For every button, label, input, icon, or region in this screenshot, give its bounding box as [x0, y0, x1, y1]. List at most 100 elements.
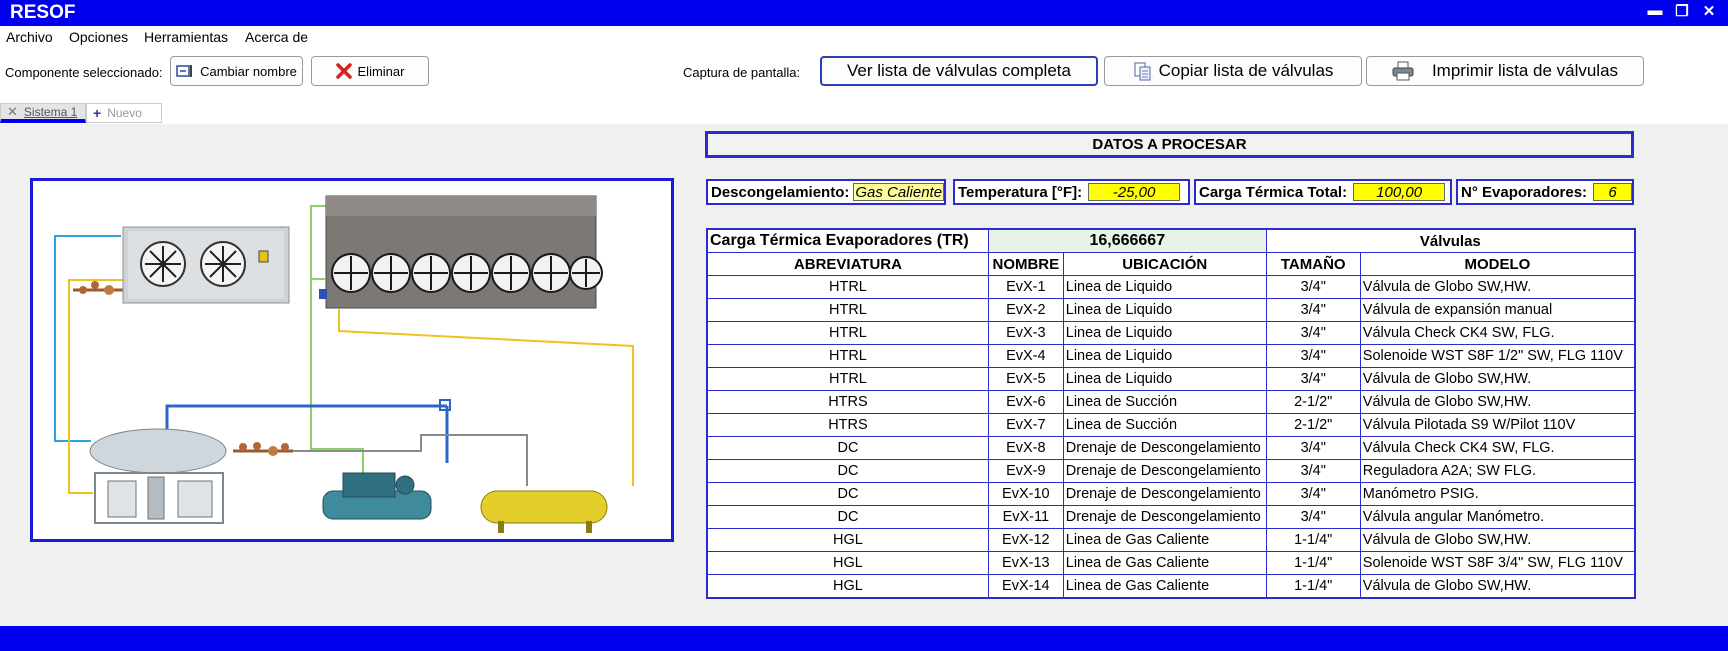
status-bar — [0, 626, 1728, 651]
toolbar: Componente seleccionado: Cambiar nombre … — [0, 50, 1728, 110]
valve-train-1 — [73, 281, 125, 295]
title-bar: RESOF ▬ ❐ ✕ — [0, 0, 1728, 26]
delete-icon — [335, 63, 352, 79]
minimize-icon[interactable]: ▬ — [1646, 2, 1664, 19]
menu-acerca-de[interactable]: Acerca de — [245, 29, 308, 45]
table-row[interactable]: HTRL EvX-2 Linea de Liquido 3/4" Válvula de … — [706, 298, 1636, 322]
table-row[interactable]: DC EvX-10 Drenaje de Descongelamiento 3/4" M… — [706, 482, 1636, 506]
cell-tamano: 3/4" — [1265, 505, 1361, 529]
cell-tamano: 1-1/4" — [1265, 528, 1361, 552]
cell-ubicacion: Linea de Succión — [1062, 413, 1267, 437]
temperature-label: Temperatura [°F]: — [958, 183, 1083, 201]
total-load-value[interactable]: 100,00 — [1353, 183, 1446, 201]
cell-abreviatura: HGL — [706, 574, 989, 599]
evaporators-field: N° Evaporadores: 6 — [1456, 179, 1634, 205]
valve-train-2 — [233, 442, 293, 456]
defrost-label: Descongelamiento: — [711, 183, 850, 201]
cell-modelo: Solenoide WST S8F 3/4" SW, FLG 110V — [1359, 551, 1636, 575]
cell-abreviatura: HTRL — [706, 344, 989, 368]
table-body: HTRL EvX-1 Linea de Liquido 3/4" Válvula de … — [706, 275, 1636, 599]
evaporators-label: N° Evaporadores: — [1461, 183, 1588, 201]
temperature-value[interactable]: -25,00 — [1088, 183, 1181, 201]
cell-abreviatura: HTRS — [706, 413, 989, 437]
table-row[interactable]: HTRS EvX-7 Linea de Succión 2-1/2" Válvula P… — [706, 413, 1636, 437]
cell-nombre: EvX-10 — [987, 482, 1064, 506]
cell-modelo: Válvula de Globo SW,HW. — [1359, 390, 1636, 414]
cell-tamano: 3/4" — [1265, 436, 1361, 460]
panel-title: DATOS A PROCESAR — [705, 131, 1634, 158]
table-row[interactable]: HTRS EvX-6 Linea de Succión 2-1/2" Válvula d… — [706, 390, 1636, 414]
cell-nombre: EvX-3 — [987, 321, 1064, 345]
cell-tamano: 3/4" — [1265, 367, 1361, 391]
copy-list-button[interactable]: Copiar lista de válvulas — [1104, 56, 1362, 86]
cell-nombre: EvX-14 — [987, 574, 1064, 599]
cell-nombre: EvX-11 — [987, 505, 1064, 529]
cell-abreviatura: HGL — [706, 551, 989, 575]
cell-modelo: Válvula Pilotada S9 W/Pilot 110V — [1359, 413, 1636, 437]
evaporator-load-value: 16,666667 — [987, 228, 1267, 253]
cell-abreviatura: HGL — [706, 528, 989, 552]
menu-herramientas[interactable]: Herramientas — [144, 29, 228, 45]
cell-modelo: Válvula de Globo SW,HW. — [1359, 528, 1636, 552]
view-full-list-label: Ver lista de válvulas completa — [847, 61, 1071, 80]
menu-archivo[interactable]: Archivo — [6, 29, 53, 45]
cell-abreviatura: HTRL — [706, 275, 989, 299]
rename-icon — [176, 65, 192, 77]
print-list-button[interactable]: Imprimir lista de válvulas — [1366, 56, 1644, 86]
table-row[interactable]: DC EvX-9 Drenaje de Descongelamiento 3/4" Re… — [706, 459, 1636, 483]
col-tamano: TAMAÑO — [1265, 252, 1361, 276]
cell-ubicacion: Linea de Succión — [1062, 390, 1267, 414]
cell-nombre: EvX-13 — [987, 551, 1064, 575]
cell-nombre: EvX-7 — [987, 413, 1064, 437]
cell-tamano: 1-1/4" — [1265, 574, 1361, 599]
cell-modelo: Válvula Check CK4 SW, FLG. — [1359, 436, 1636, 460]
rename-button[interactable]: Cambiar nombre — [170, 56, 303, 86]
cell-ubicacion: Linea de Gas Caliente — [1062, 528, 1267, 552]
table-row[interactable]: HTRL EvX-1 Linea de Liquido 3/4" Válvula de … — [706, 275, 1636, 299]
table-row[interactable]: HGL EvX-13 Linea de Gas Caliente 1-1/4" Sole… — [706, 551, 1636, 575]
cell-ubicacion: Linea de Gas Caliente — [1062, 551, 1267, 575]
defrost-value[interactable]: Gas Caliente — [853, 183, 944, 201]
condenser-unit — [319, 195, 603, 309]
delete-button[interactable]: Eliminar — [311, 56, 429, 86]
total-load-label: Carga Térmica Total: — [1199, 183, 1348, 201]
col-modelo: MODELO — [1359, 252, 1636, 276]
evaporators-value[interactable]: 6 — [1593, 183, 1632, 201]
liquid-tank — [480, 490, 608, 533]
col-ubicacion: UBICACIÓN — [1062, 252, 1267, 276]
cell-nombre: EvX-9 — [987, 459, 1064, 483]
table-row[interactable]: DC EvX-11 Drenaje de Descongelamiento 3/4" V… — [706, 505, 1636, 529]
tab-sistema-1-label: Sistema 1 — [23, 104, 78, 119]
cell-abreviatura: HTRL — [706, 367, 989, 391]
print-list-label: Imprimir lista de válvulas — [1431, 61, 1619, 80]
cell-tamano: 3/4" — [1265, 344, 1361, 368]
evaporator-unit — [122, 226, 290, 304]
diagram-canvas — [54, 195, 634, 533]
table-row[interactable]: HGL EvX-14 Linea de Gas Caliente 1-1/4" Válv… — [706, 574, 1636, 599]
receiver-tank — [89, 428, 227, 524]
system-diagram[interactable] — [30, 178, 674, 542]
table-row[interactable]: HTRL EvX-3 Linea de Liquido 3/4" Válvula Che… — [706, 321, 1636, 345]
table-row[interactable]: HTRL EvX-4 Linea de Liquido 3/4" Solenoide W… — [706, 344, 1636, 368]
cell-tamano: 3/4" — [1265, 459, 1361, 483]
cell-nombre: EvX-4 — [987, 344, 1064, 368]
total-load-field: Carga Térmica Total: 100,00 — [1194, 179, 1452, 205]
table-row[interactable]: HTRL EvX-5 Linea de Liquido 3/4" Válvula de … — [706, 367, 1636, 391]
cell-ubicacion: Drenaje de Descongelamiento — [1062, 482, 1267, 506]
compressor-unit — [322, 472, 432, 520]
cell-modelo: Válvula de Globo SW,HW. — [1359, 367, 1636, 391]
view-full-list-button[interactable]: Ver lista de válvulas completa — [820, 56, 1098, 86]
maximize-icon[interactable]: ❐ — [1673, 2, 1691, 20]
tab-sistema-1[interactable]: ✕ Sistema 1 — [0, 103, 86, 123]
cell-nombre: EvX-6 — [987, 390, 1064, 414]
table-row[interactable]: HGL EvX-12 Linea de Gas Caliente 1-1/4" Válv… — [706, 528, 1636, 552]
close-tab-icon[interactable]: ✕ — [7, 104, 18, 120]
cell-nombre: EvX-5 — [987, 367, 1064, 391]
tab-nuevo-label: Nuevo — [107, 106, 142, 120]
rename-label: Cambiar nombre — [200, 63, 297, 79]
table-row[interactable]: DC EvX-8 Drenaje de Descongelamiento 3/4" Vá… — [706, 436, 1636, 460]
close-icon[interactable]: ✕ — [1700, 2, 1718, 20]
cell-modelo: Válvula de Globo SW,HW. — [1359, 574, 1636, 599]
menu-opciones[interactable]: Opciones — [69, 29, 128, 45]
tab-nuevo[interactable]: + Nuevo — [86, 103, 162, 123]
